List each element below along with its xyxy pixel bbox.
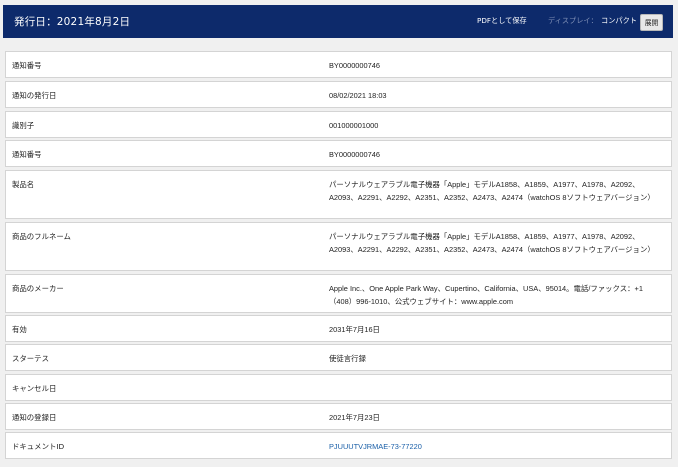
row-value: 2031年7月16日 [329, 325, 380, 334]
save-pdf-link[interactable]: PDFとして保存 [477, 16, 527, 26]
row-label: 製品名 [12, 180, 35, 189]
document-id-link[interactable]: PJUUUTVJRMAE-73-77220 [329, 441, 659, 454]
row-value: 001000001000 [329, 121, 379, 130]
row-value: BY0000000746 [329, 150, 380, 159]
table-row: ドキュメントID PJUUUTVJRMAE-73-77220 [5, 432, 672, 459]
page-header: 発行日：2021年8月2日 PDFとして保存 ディスプレイ： コンパクト 展開 [3, 5, 673, 38]
table-row: 製品名 パーソナルウェアラブル電子機器「Apple」モデルA1858、A1859… [5, 170, 672, 219]
table-row: 商品のフルネーム パーソナルウェアラブル電子機器「Apple」モデルA1858、… [5, 222, 672, 271]
table-row: 通知番号 BY0000000746 [5, 140, 672, 167]
row-label: 商品のフルネーム [12, 232, 71, 241]
row-value: パーソナルウェアラブル電子機器「Apple」モデルA1858、A1859、A19… [329, 180, 655, 202]
row-value: BY0000000746 [329, 61, 380, 70]
table-row: 通知の登録日 2021年7月23日 [5, 403, 672, 430]
row-label: キャンセル日 [12, 384, 57, 393]
table-row: 通知の発行日 08/02/2021 18:03 [5, 81, 672, 108]
row-label: ドキュメントID [12, 442, 65, 451]
table-row: 商品のメーカー Apple Inc.、One Apple Park Way、Cu… [5, 274, 672, 313]
row-label: 通知の登録日 [12, 413, 57, 422]
table-row: スターテス 使徒言行録 [5, 344, 672, 371]
row-label: 商品のメーカー [12, 284, 64, 293]
display-mode-label: ディスプレイ： [548, 16, 598, 25]
row-value: 08/02/2021 18:03 [329, 91, 387, 100]
row-label: 識別子 [12, 121, 35, 130]
row-label: 通知番号 [12, 150, 42, 159]
table-row: キャンセル日 [5, 374, 672, 401]
page-title: 発行日：2021年8月2日 [14, 16, 131, 28]
table-row: 通知番号 BY0000000746 [5, 51, 672, 78]
row-value: パーソナルウェアラブル電子機器「Apple」モデルA1858、A1859、A19… [329, 232, 655, 254]
row-label: 通知番号 [12, 61, 42, 70]
row-label: 通知の発行日 [12, 91, 57, 100]
row-label: 有効 [12, 325, 27, 334]
row-value: 使徒言行録 [329, 354, 366, 363]
table-row: 有効 2031年7月16日 [5, 315, 672, 342]
table-row: 識別子 001000001000 [5, 111, 672, 138]
expand-button[interactable]: 展開 [640, 14, 663, 31]
compact-view-link[interactable]: コンパクト [601, 16, 637, 26]
row-value: Apple Inc.、One Apple Park Way、Cupertino、… [329, 284, 643, 306]
row-label: スターテス [12, 354, 49, 363]
row-value: 2021年7月23日 [329, 413, 380, 422]
